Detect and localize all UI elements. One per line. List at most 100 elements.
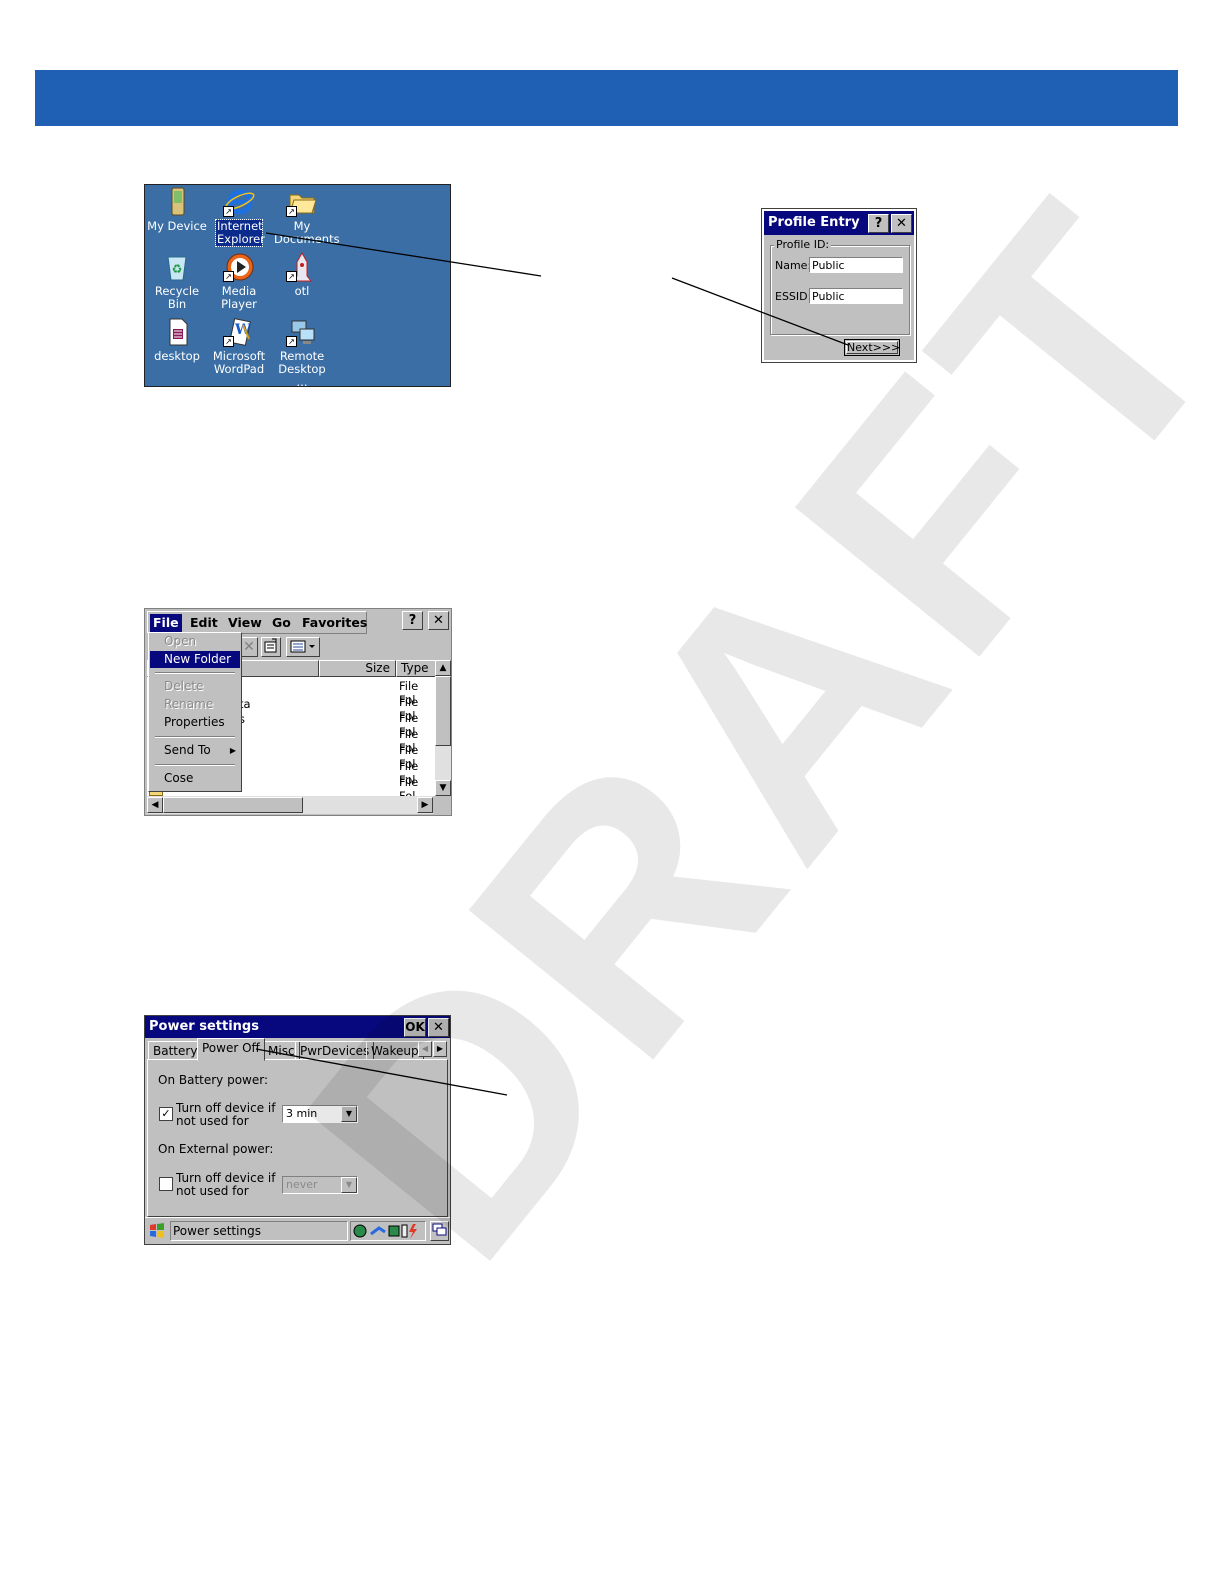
desktop-icon-internet-explorer[interactable]: ↗ Internet Explorer [207,187,271,247]
desktop-icon-media-player[interactable]: ↗ Media Player [207,252,271,311]
external-turn-off-checkbox[interactable] [159,1177,173,1191]
column-header-size[interactable]: Size [319,660,396,677]
battery-timeout-select[interactable]: 3 min ▼ [282,1105,358,1123]
battery-turn-off-checkbox[interactable]: ✓ [159,1107,173,1121]
desktop-screenshot: My Device ↗ Internet Explorer ↗ My Docum… [144,184,451,389]
profile-title-bar: Profile Entry ? ✕ [764,211,914,235]
desktop-icon-label: otl [294,284,310,298]
external-turn-off-label-line1: Turn off device if [176,1171,276,1185]
chevron-down-icon: ▼ [341,1177,357,1193]
tab-pwrdevices[interactable]: PwrDevices [295,1041,375,1060]
desktop-icon-microsoft-wordpad[interactable]: W ↗ Microsoft WordPad [207,317,271,376]
menu-separator [155,672,235,674]
internet-explorer-icon: ↗ [223,187,255,217]
menu-item-properties[interactable]: Properties [150,714,240,731]
menu-item-close[interactable]: Cose [150,770,240,787]
delete-toolbar-icon[interactable]: ✕ [240,637,258,657]
menu-item-open[interactable]: Open [150,633,240,650]
close-button[interactable]: ✕ [428,611,449,630]
desktop-switch-icon[interactable] [430,1221,449,1241]
essid-label: ESSID: [775,290,812,303]
submenu-arrow-icon: ▶ [229,746,236,755]
scroll-down-button[interactable]: ▼ [435,780,451,796]
next-button[interactable]: Next>>> [844,339,900,356]
close-button[interactable]: ✕ [891,214,912,233]
power-title: Power settings [149,1019,259,1034]
folder-icon: ↗ [286,187,318,217]
battery-timeout-value: 3 min [286,1107,318,1120]
power-settings-window: Power settings OK ✕ Battery Power Off Mi… [144,1015,451,1245]
scroll-left-button[interactable]: ◀ [147,797,163,813]
scroll-thumb[interactable] [435,676,451,746]
checkmark-icon: ✓ [161,1107,171,1120]
horizontal-scrollbar[interactable]: ◀ ▶ [147,796,433,814]
system-tray [350,1221,426,1241]
otl-icon: ↗ [286,251,318,282]
close-button[interactable]: ✕ [428,1018,449,1037]
external-power-heading: On External power: [158,1142,274,1156]
power-title-bar: Power settings OK ✕ [145,1016,450,1038]
start-button-windows-icon[interactable] [148,1222,166,1240]
tray-icons [353,1224,417,1239]
menu-view[interactable]: View [228,615,262,630]
menu-item-send-to-label: Send To [164,743,211,757]
desktop-icon-my-documents[interactable]: ↗ My Documents [270,187,340,246]
chevron-down-icon: ▼ [341,1106,357,1122]
taskbar: Power settings [145,1217,450,1244]
menu-separator [155,764,235,766]
desktop-icon-my-device[interactable]: My Device [145,187,209,233]
name-label: Name: [775,259,812,272]
help-button[interactable]: ? [402,611,423,630]
my-device-icon [161,187,193,217]
vertical-scrollbar[interactable]: ▲ ▼ [435,660,451,796]
external-timeout-value: never [286,1178,318,1191]
menu-edit[interactable]: Edit [190,615,218,630]
tab-power-off[interactable]: Power Off [197,1038,265,1061]
battery-power-heading: On Battery power: [158,1073,269,1087]
desktop-icon-label: Internet Explorer [215,219,265,247]
tab-wakeup[interactable]: Wakeup [366,1041,424,1060]
ok-button[interactable]: OK [404,1018,426,1037]
scroll-right-button[interactable]: ▶ [417,797,433,813]
tab-scroll-left-icon[interactable]: ◀ [418,1041,432,1057]
next-button-label: Next>>> [846,341,901,354]
desktop-icon-label: desktop [154,349,200,363]
desktop-icon-label: Media Player [221,284,257,311]
properties-toolbar-icon[interactable] [261,637,281,657]
tab-battery[interactable]: Battery [148,1041,203,1060]
file-explorer-window: File Edit View Go Favorites ? ✕ ✕ Size T… [144,608,452,816]
menu-item-delete[interactable]: Delete [150,678,240,695]
menu-favorites[interactable]: Favorites [302,615,367,630]
desktop-icon-label: My Documents [274,219,340,246]
desktop-icon-label: Microsoft WordPad [212,349,266,376]
menu-item-send-to[interactable]: Send To ▶ [150,742,240,759]
menu-item-rename[interactable]: Rename [150,696,240,713]
remote-desktop-icon: ↗ [286,317,318,347]
media-player-icon: ↗ [223,252,255,282]
menu-go[interactable]: Go [272,615,291,630]
desktop-icon-label: Remote Desktop ... [278,349,326,389]
help-button[interactable]: ? [868,214,889,233]
tab-scroll-right-icon[interactable]: ▶ [433,1041,447,1057]
view-mode-toolbar-icon[interactable] [286,637,320,657]
svg-text:♻: ♻ [172,262,183,276]
menu-item-new-folder[interactable]: New Folder [150,651,240,668]
desktop-icon-recycle-bin[interactable]: ♻ Recycle Bin [145,252,209,311]
header-bar [35,70,1178,126]
profile-entry-dialog: Profile Entry ? ✕ Profile ID: Name: Publ… [761,208,917,363]
profile-id-group-label: Profile ID: [774,238,832,251]
menu-file[interactable]: File [150,614,182,632]
scroll-thumb[interactable] [163,797,303,813]
recycle-bin-icon: ♻ [161,252,193,282]
desktop-icon-otl[interactable]: ↗ otl [270,251,334,298]
scroll-up-button[interactable]: ▲ [435,660,451,676]
desktop-icon-label: My Device [147,219,207,233]
name-input[interactable]: Public [809,257,903,273]
column-header-type[interactable]: Type [396,660,436,677]
essid-input[interactable]: Public [809,288,903,304]
taskbar-active-window[interactable]: Power settings [170,1221,348,1241]
menu-separator [155,736,235,738]
desktop-icon-remote-desktop[interactable]: ↗ Remote Desktop ... [270,317,334,389]
external-timeout-select[interactable]: never ▼ [282,1176,358,1194]
desktop-icon-desktop[interactable]: desktop [145,317,209,363]
